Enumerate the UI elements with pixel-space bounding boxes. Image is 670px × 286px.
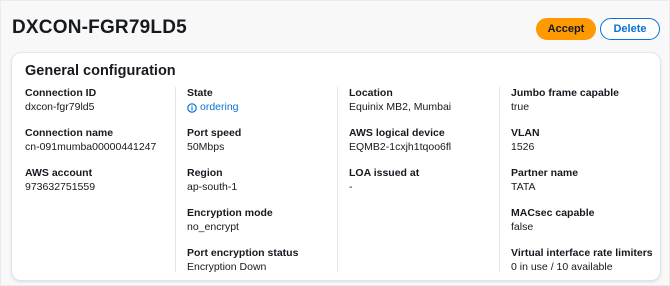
field-value: EQMB2-1cxjh1tqoo6fl: [349, 141, 452, 153]
field-aws-logical-device: AWS logical device EQMB2-1cxjh1tqoo6fl: [349, 127, 497, 154]
key-value-columns: Connection ID dxcon-fgr79ld5 Connection …: [12, 87, 660, 280]
field-virtual-interface-rate-limiters: Virtual interface rate limiters 0 in use…: [511, 247, 659, 274]
field-value: TATA: [511, 181, 536, 193]
field-label: Region: [187, 167, 223, 179]
column-3: Location Equinix MB2, Mumbai AWS logical…: [349, 87, 499, 268]
column-divider: [499, 87, 500, 272]
page-title: DXCON-FGR79LD5: [12, 17, 187, 38]
field-vlan: VLAN 1526: [511, 127, 659, 154]
field-label: VLAN: [511, 127, 540, 139]
column-2: State ordering Port speed 50Mbps Region …: [187, 87, 337, 273]
field-label: Port speed: [187, 127, 242, 139]
field-connection-name: Connection name cn-091mumba00000441247: [25, 127, 173, 154]
column-4: Jumbo frame capable true VLAN 1526 Partn…: [511, 87, 661, 273]
field-label: Virtual interface rate limiters: [511, 247, 653, 259]
field-label: Jumbo frame capable: [511, 87, 619, 99]
field-label: Connection name: [25, 127, 114, 139]
field-encryption-mode: Encryption mode no_encrypt: [187, 207, 335, 234]
field-connection-id: Connection ID dxcon-fgr79ld5: [25, 87, 173, 114]
field-value: 1526: [511, 141, 535, 153]
column-1: Connection ID dxcon-fgr79ld5 Connection …: [25, 87, 175, 268]
field-value: cn-091mumba00000441247: [25, 141, 157, 153]
info-icon: [187, 102, 197, 113]
status-text: ordering: [200, 101, 239, 113]
field-port-speed: Port speed 50Mbps: [187, 127, 335, 154]
field-value: Encryption Down: [187, 261, 267, 273]
field-label: AWS account: [25, 167, 93, 179]
field-label: Location: [349, 87, 393, 99]
delete-button[interactable]: Delete: [600, 18, 660, 40]
page-header: DXCON-FGR79LD5 Accept Delete: [1, 1, 669, 57]
field-port-encryption-status: Port encryption status Encryption Down: [187, 247, 335, 274]
accept-button[interactable]: Accept: [536, 18, 596, 40]
field-value: dxcon-fgr79ld5: [25, 101, 95, 113]
field-label: Connection ID: [25, 87, 97, 99]
field-label: AWS logical device: [349, 127, 445, 139]
panel-title: General configuration: [25, 63, 176, 79]
field-value: 50Mbps: [187, 141, 225, 153]
field-aws-account: AWS account 973632751559: [25, 167, 173, 194]
field-partner-name: Partner name TATA: [511, 167, 659, 194]
field-jumbo-frame-capable: Jumbo frame capable true: [511, 87, 659, 114]
field-value: 973632751559: [25, 181, 96, 193]
field-label: Port encryption status: [187, 247, 299, 259]
field-label: LOA issued at: [349, 167, 420, 179]
connection-details-page: DXCON-FGR79LD5 Accept Delete General con…: [0, 0, 670, 286]
field-label: MACsec capable: [511, 207, 595, 219]
field-value: true: [511, 101, 530, 113]
column-divider: [175, 87, 176, 272]
field-value: no_encrypt: [187, 221, 239, 233]
field-loa-issued-at: LOA issued at -: [349, 167, 497, 194]
field-value: 0 in use / 10 available: [511, 261, 613, 273]
field-label: Partner name: [511, 167, 579, 179]
field-value: ap-south-1: [187, 181, 238, 193]
field-label: State: [187, 87, 213, 99]
status-indicator: ordering: [187, 101, 335, 114]
field-label: Encryption mode: [187, 207, 273, 219]
field-macsec-capable: MACsec capable false: [511, 207, 659, 234]
field-state: State ordering: [187, 87, 335, 114]
field-region: Region ap-south-1: [187, 167, 335, 194]
general-configuration-panel: General configuration Connection ID dxco…: [11, 52, 661, 281]
field-value: Equinix MB2, Mumbai: [349, 101, 452, 113]
field-value: false: [511, 221, 534, 233]
field-location: Location Equinix MB2, Mumbai: [349, 87, 497, 114]
column-divider: [337, 87, 338, 272]
field-value: -: [349, 181, 353, 193]
